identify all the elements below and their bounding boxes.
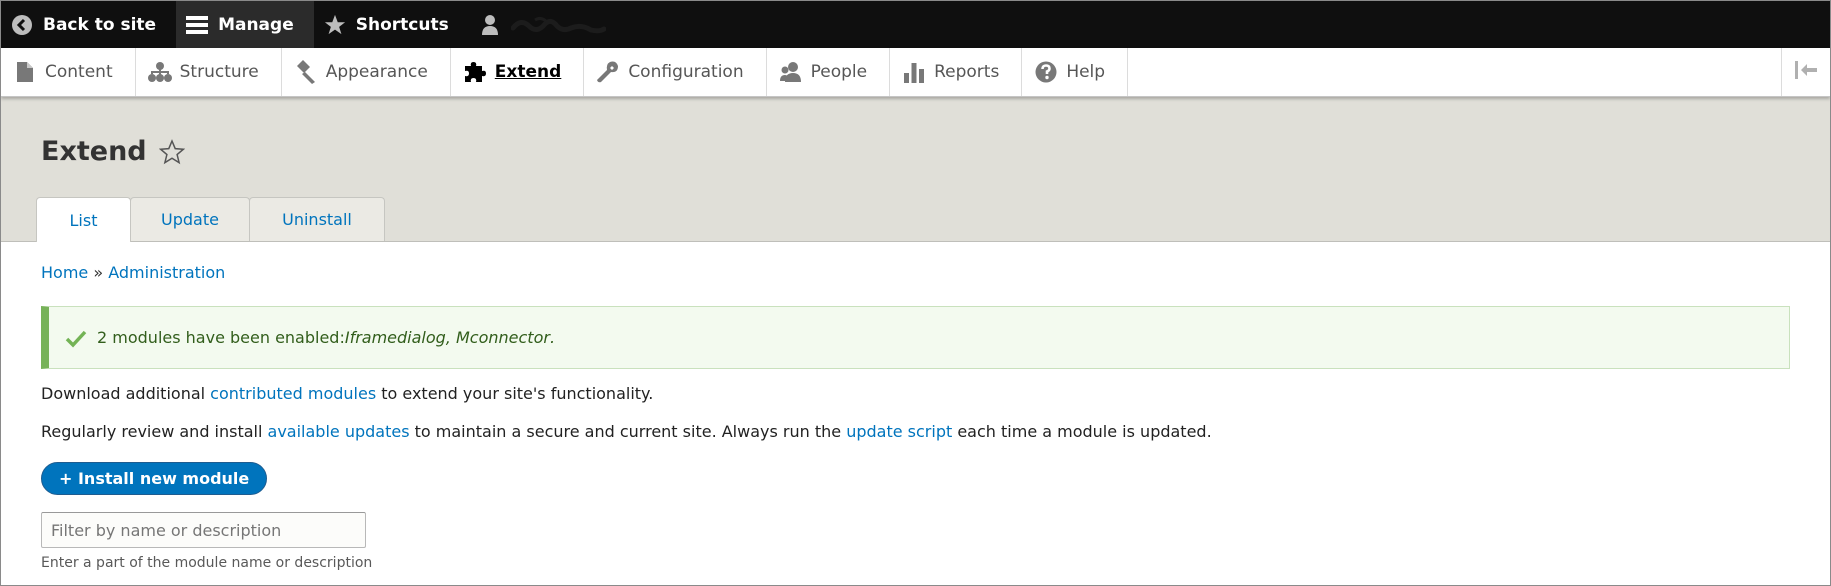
tray-item-label: People bbox=[810, 62, 868, 82]
collapse-tray-button[interactable] bbox=[1781, 48, 1830, 96]
puzzle-icon bbox=[463, 60, 487, 84]
tab-label: Uninstall bbox=[282, 210, 352, 229]
tray-item-label: Content bbox=[45, 62, 113, 82]
breadcrumb-home-link[interactable]: Home bbox=[41, 263, 88, 282]
tray-item-label: Extend bbox=[494, 62, 562, 82]
tray-item-appearance[interactable]: Appearance bbox=[282, 48, 451, 96]
text-fragment: Download additional bbox=[41, 384, 211, 403]
manage-tab[interactable]: Manage bbox=[176, 1, 314, 48]
tray-item-help[interactable]: Help bbox=[1022, 48, 1129, 96]
manage-label: Manage bbox=[218, 14, 294, 35]
tray-item-label: Appearance bbox=[325, 62, 428, 82]
bar-chart-icon bbox=[902, 60, 926, 84]
tray-item-reports[interactable]: Reports bbox=[890, 48, 1023, 96]
page-title-text: Extend bbox=[41, 136, 147, 167]
admin-toolbar: Back to site Manage Shortcuts bbox=[1, 1, 1830, 48]
tray-item-configuration[interactable]: Configuration bbox=[584, 48, 767, 96]
breadcrumb-administration-link[interactable]: Administration bbox=[108, 263, 225, 282]
star-icon bbox=[324, 14, 346, 36]
tab-uninstall[interactable]: Uninstall bbox=[249, 197, 385, 241]
page-header: Extend List Update Uninstall bbox=[1, 96, 1830, 242]
text-fragment: to maintain a secure and current site. A… bbox=[409, 422, 847, 441]
browser-viewport: Back to site Manage Shortcuts Content St… bbox=[0, 0, 1831, 586]
hamburger-icon bbox=[186, 14, 209, 36]
breadcrumb-separator: » bbox=[88, 263, 109, 282]
question-icon bbox=[1034, 60, 1058, 84]
module-filter-input[interactable] bbox=[41, 512, 366, 548]
update-script-link[interactable]: update script bbox=[846, 422, 952, 441]
circle-chevron-left-icon bbox=[11, 14, 33, 36]
file-icon bbox=[13, 60, 37, 84]
people-icon bbox=[779, 60, 803, 84]
updates-paragraph: Regularly review and install available u… bbox=[41, 422, 1212, 441]
user-icon bbox=[479, 14, 501, 36]
star-outline-icon[interactable] bbox=[158, 138, 185, 165]
download-paragraph: Download additional contributed modules … bbox=[41, 384, 653, 403]
tab-update[interactable]: Update bbox=[130, 197, 250, 241]
sitemap-icon bbox=[147, 60, 172, 84]
redacted-username bbox=[510, 14, 607, 36]
collapse-icon bbox=[1795, 61, 1817, 83]
paintbrush-icon bbox=[294, 60, 318, 84]
status-message-suffix: . bbox=[549, 328, 556, 347]
available-updates-link[interactable]: available updates bbox=[268, 422, 410, 441]
tray-spacer bbox=[1128, 48, 1781, 96]
tab-label: Update bbox=[161, 210, 219, 229]
check-icon bbox=[65, 327, 87, 349]
status-message: 2 modules have been enabled: Iframedialo… bbox=[41, 306, 1790, 369]
user-tab[interactable] bbox=[469, 1, 626, 48]
tray-item-label: Help bbox=[1066, 62, 1106, 82]
wrench-icon bbox=[596, 60, 620, 84]
tab-label: List bbox=[69, 210, 98, 230]
status-message-prefix: 2 modules have been enabled: bbox=[97, 328, 345, 347]
install-button-label: + Install new module bbox=[59, 469, 250, 488]
admin-tray: Content Structure Appearance Extend Conf… bbox=[1, 48, 1830, 97]
page-tabs: List Update Uninstall bbox=[36, 197, 385, 242]
page-title: Extend bbox=[41, 136, 185, 167]
tray-item-label: Configuration bbox=[628, 62, 744, 82]
tray-item-label: Reports bbox=[934, 62, 1000, 82]
install-new-module-button[interactable]: + Install new module bbox=[41, 462, 268, 495]
tray-item-extend[interactable]: Extend bbox=[451, 48, 585, 96]
filter-description: Enter a part of the module name or descr… bbox=[41, 555, 373, 571]
status-message-modules: Iframedialog, Mconnector bbox=[344, 328, 550, 347]
back-to-site-link[interactable]: Back to site bbox=[1, 1, 176, 48]
tray-item-people[interactable]: People bbox=[767, 48, 891, 96]
shortcuts-tab[interactable]: Shortcuts bbox=[314, 1, 469, 48]
back-to-site-label: Back to site bbox=[43, 14, 157, 35]
tab-list[interactable]: List bbox=[36, 197, 131, 242]
tray-item-content[interactable]: Content bbox=[1, 48, 136, 96]
shortcuts-label: Shortcuts bbox=[355, 14, 449, 35]
text-fragment: to extend your site's functionality. bbox=[376, 384, 654, 403]
text-fragment: each time a module is updated. bbox=[952, 422, 1212, 441]
text-fragment: Regularly review and install bbox=[41, 422, 268, 441]
tray-item-label: Structure bbox=[179, 62, 259, 82]
breadcrumb: Home » Administration bbox=[41, 263, 225, 282]
tray-item-structure[interactable]: Structure bbox=[136, 48, 282, 96]
contributed-modules-link[interactable]: contributed modules bbox=[210, 384, 376, 403]
